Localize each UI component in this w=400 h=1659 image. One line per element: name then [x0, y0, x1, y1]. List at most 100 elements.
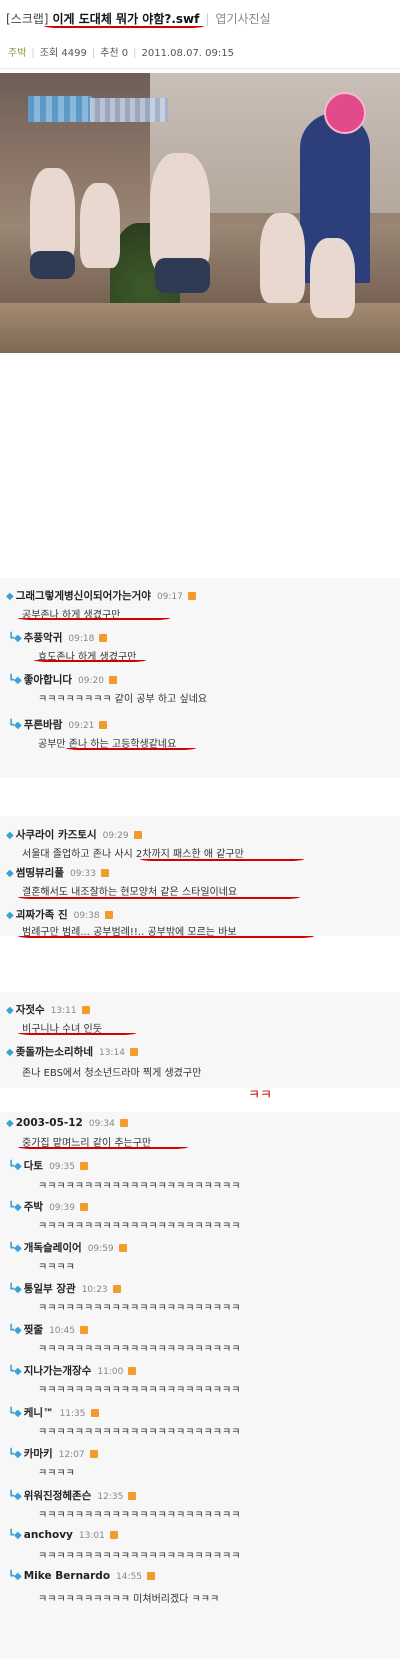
comment-header: ◆ 썸띵뷰리풀 09:33: [6, 865, 109, 880]
comment-nick[interactable]: 위워진정헤존슨: [24, 1490, 92, 1502]
comment-text: ㅋㅋㅋㅋ: [38, 1262, 75, 1273]
new-badge-icon: [118, 1244, 127, 1252]
new-badge-icon: [104, 911, 113, 919]
new-badge-icon: [129, 1048, 138, 1056]
diamond-icon: ◆: [6, 830, 14, 841]
comment-nick[interactable]: 2003-05-12: [16, 1117, 83, 1129]
blurred-caption: [90, 98, 168, 122]
views-count: 4499: [61, 48, 87, 59]
comment-text: ㅋㅋㅋㅋㅋㅋㅋㅋㅋㅋㅋㅋㅋㅋㅋㅋㅋㅋㅋㅋㅋㅋ: [38, 1303, 241, 1314]
comment-nick[interactable]: 찢줄: [24, 1324, 43, 1336]
diamond-icon: ◆: [14, 1284, 22, 1295]
comment-text: ㅋㅋㅋㅋㅋㅋㅋㅋㅋㅋㅋㅋㅋㅋㅋㅋㅋㅋㅋㅋㅋㅋ: [38, 1427, 241, 1438]
dancer-figure: [80, 183, 120, 268]
comment-nick[interactable]: 자젓수: [16, 1004, 45, 1016]
comment-time: 13:14: [98, 1048, 125, 1058]
broadcaster-logo: [324, 92, 366, 134]
diamond-icon: ◆: [14, 1366, 22, 1377]
new-badge-icon: [108, 676, 117, 684]
dancer-figure: [260, 213, 305, 303]
comment-nick[interactable]: 썸띵뷰리풀: [16, 867, 64, 879]
text-scribble: [18, 618, 170, 620]
comment-text: ㅋㅋㅋㅋㅋㅋㅋㅋㅋㅋㅋㅋㅋㅋㅋㅋㅋㅋㅋㅋㅋㅋ: [38, 1181, 241, 1192]
diamond-icon: ◆: [6, 1118, 14, 1129]
new-badge-icon: [89, 1450, 98, 1458]
post-title[interactable]: 이게 도대체 뭐가 야함?.swf: [52, 12, 199, 26]
comment-time: 09:34: [88, 1119, 115, 1129]
comment-nick[interactable]: 카마키: [24, 1448, 53, 1460]
new-badge-icon: [81, 1006, 90, 1014]
new-badge-icon: [80, 1326, 88, 1334]
new-badge-icon: [119, 1119, 128, 1127]
meta-divider: |: [31, 48, 35, 59]
dancer-figure: [150, 153, 210, 273]
comment-nick[interactable]: 사쿠라이 카즈토시: [16, 829, 97, 841]
recommend-label: 추천: [100, 48, 119, 59]
comment-nick[interactable]: 괴짜가족 진: [16, 909, 68, 921]
new-badge-icon: [128, 1367, 137, 1375]
diamond-icon: ◆: [14, 1243, 22, 1254]
comment-time: 09:20: [78, 676, 104, 686]
new-badge-icon: [133, 831, 142, 839]
handwritten-annotation: ㅋㅋ: [248, 1088, 272, 1103]
text-scribble: [18, 1147, 188, 1149]
comment-header: ◆ 좆돌까는소리하네 13:14: [6, 1044, 138, 1059]
comment-nick[interactable]: 다토: [24, 1160, 43, 1172]
comment-time: 10:45: [49, 1326, 75, 1336]
comment-header: ┗◆ 찢줄 10:45: [8, 1322, 88, 1337]
comment-header: ┗◆ Mike Bernardo 14:55: [8, 1570, 155, 1582]
comment-time: 09:18: [68, 634, 95, 644]
meta-divider: |: [91, 48, 96, 59]
new-badge-icon: [99, 634, 108, 642]
comment-nick[interactable]: 개독슬레이어: [24, 1242, 82, 1254]
comment-nick[interactable]: anchovy: [24, 1529, 73, 1541]
title-divider: |: [205, 12, 210, 26]
new-badge-icon: [109, 1531, 118, 1539]
new-badge-icon: [80, 1162, 88, 1170]
comment-nick[interactable]: 좋아합니다: [24, 674, 72, 686]
new-badge-icon: [99, 721, 108, 729]
diamond-icon: ◆: [14, 1202, 22, 1213]
scrap-tag: [스크랩]: [6, 12, 49, 26]
author-link[interactable]: 주박: [8, 48, 26, 59]
comment-nick[interactable]: Mike Bernardo: [24, 1570, 110, 1582]
comment-time: 09:33: [70, 869, 96, 879]
comment-nick[interactable]: 푸른바람: [24, 719, 63, 731]
new-badge-icon: [90, 1409, 99, 1417]
comment-text: 결혼해서도 내조잘하는 현모양처 같은 스타일이네요: [22, 887, 238, 898]
comment-header: ◆ 2003-05-12 09:34: [6, 1117, 128, 1129]
post-header: [스크랩] 이게 도대체 뭐가 야함?.swf | 엽기사진실 주박 | 조회 4499 |…: [0, 0, 400, 69]
comment-header: ┗◆ 지나가는개장수 11:00: [8, 1363, 137, 1378]
text-scribble: [34, 660, 146, 662]
board-link[interactable]: 엽기사진실: [215, 12, 270, 26]
comment-nick[interactable]: 주박: [24, 1201, 43, 1213]
comment-nick[interactable]: 케니™: [24, 1407, 54, 1419]
new-badge-icon: [146, 1572, 155, 1580]
diamond-icon: ◆: [14, 1408, 22, 1419]
text-scribble: [140, 859, 304, 861]
comment-time: 12:07: [58, 1450, 85, 1460]
comment-time: 11:00: [97, 1367, 124, 1377]
comment-text: ㅋㅋㅋㅋㅋㅋㅋㅋ 같이 공부 하고 싶네요: [38, 694, 208, 705]
dancer-shorts: [30, 251, 75, 279]
comment-header: ┗◆ 케니™ 11:35: [8, 1405, 99, 1420]
comment-header: ◆ 괴짜가족 진 09:38: [6, 907, 113, 922]
comment-text: ㅋㅋㅋㅋ: [38, 1468, 75, 1479]
new-badge-icon: [80, 1203, 88, 1211]
dancer-figure: [30, 168, 75, 263]
comment-nick[interactable]: 좆돌까는소리하네: [16, 1046, 93, 1058]
comment-time: 09:35: [49, 1162, 75, 1172]
comment-nick[interactable]: 그래그렇게병신이되어가는거야: [16, 590, 151, 602]
new-badge-icon: [112, 1285, 121, 1293]
title-scribble: [44, 26, 204, 28]
comment-nick[interactable]: 통일부 장관: [24, 1283, 76, 1295]
new-badge-icon: [187, 592, 196, 600]
comment-nick[interactable]: 추풍악귀: [24, 632, 63, 644]
comment-text: ㅋㅋㅋㅋㅋㅋㅋㅋㅋㅋㅋㅋㅋㅋㅋㅋㅋㅋㅋㅋㅋㅋ: [38, 1221, 241, 1232]
comment-time: 14:55: [116, 1572, 142, 1582]
comment-time: 13:01: [78, 1531, 105, 1541]
comment-nick[interactable]: 지나가는개장수: [24, 1365, 92, 1377]
recommend-count: 0: [121, 48, 129, 59]
text-scribble: [18, 936, 314, 938]
comment-time: 09:21: [68, 721, 95, 731]
